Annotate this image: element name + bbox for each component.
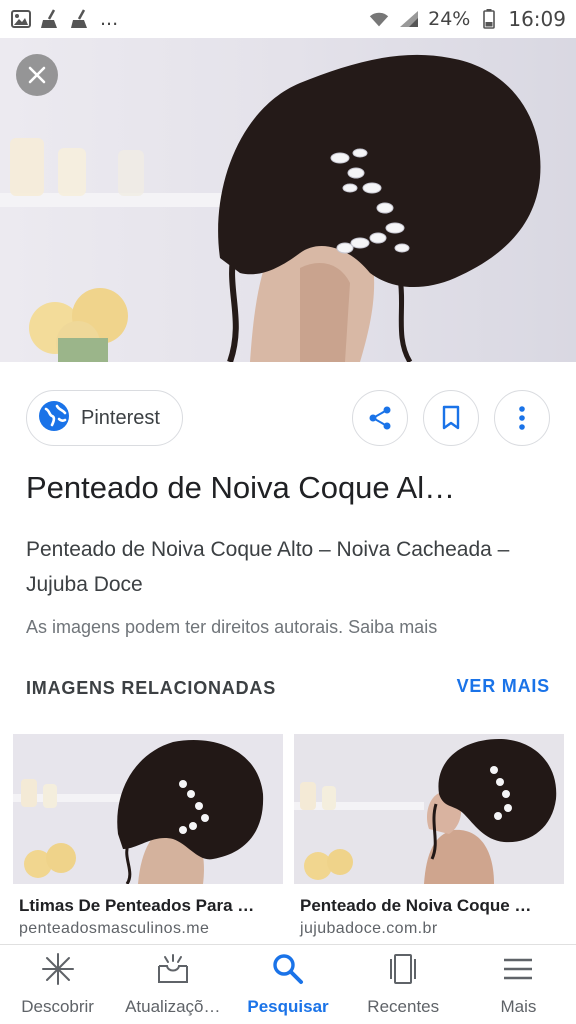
nav-label: Mais	[500, 997, 537, 1016]
broom-icon	[70, 9, 92, 29]
signal-icon	[398, 9, 420, 29]
related-title: Ltimas De Penteados Para …	[19, 896, 255, 915]
source-chip[interactable]: Pinterest	[26, 390, 183, 446]
more-options-button[interactable]	[494, 390, 550, 446]
related-card[interactable]: Penteado de Noiva Coque … jujubadoce.com…	[294, 734, 564, 944]
close-icon	[28, 66, 46, 84]
image-icon	[10, 9, 32, 29]
nav-label: Atualizaçõ…	[125, 997, 221, 1016]
nav-recent[interactable]: Recentes	[346, 945, 461, 1024]
source-name: Pinterest	[81, 406, 160, 429]
nav-search[interactable]: Pesquisar	[230, 945, 345, 1024]
copyright-notice[interactable]: As imagens podem ter direitos autorais. …	[26, 617, 437, 638]
more-vert-icon	[519, 406, 525, 430]
result-subtitle[interactable]: Penteado de Noiva Coque Alto – Noiva Cac…	[26, 532, 556, 602]
share-icon	[369, 406, 391, 430]
nav-label: Descobrir	[21, 997, 94, 1016]
nav-updates[interactable]: Atualizaçõ…	[115, 945, 230, 1024]
share-button[interactable]	[352, 390, 408, 446]
related-title: Penteado de Noiva Coque …	[300, 896, 532, 915]
battery-percent: 24%	[428, 8, 471, 30]
inbox-icon	[156, 952, 190, 991]
menu-icon	[501, 952, 535, 991]
clock: 16:09	[508, 7, 566, 31]
asterisk-icon	[41, 952, 75, 991]
main-image[interactable]	[0, 38, 576, 362]
wifi-icon	[368, 9, 390, 29]
related-domain: penteadosmasculinos.me	[19, 920, 210, 937]
bottom-navigation: Descobrir Atualizaçõ… Pesquisar Recentes…	[0, 944, 576, 1024]
status-right: 24% 16:09	[368, 7, 566, 31]
bookmark-button[interactable]	[423, 390, 479, 446]
bookmark-icon	[442, 405, 460, 430]
related-thumbnail[interactable]	[13, 734, 283, 884]
related-images-heading: IMAGENS RELACIONADAS	[26, 678, 277, 698]
broom-icon	[40, 9, 62, 29]
recent-cards-icon	[386, 952, 420, 991]
result-title[interactable]: Penteado de Noiva Coque Al…	[26, 470, 556, 506]
battery-icon	[478, 9, 500, 29]
close-button[interactable]	[16, 54, 58, 96]
nav-label: Pesquisar	[247, 997, 329, 1016]
status-bar: ... 24% 16:09	[0, 0, 576, 38]
related-thumbnail[interactable]	[294, 734, 564, 884]
related-card[interactable]: Ltimas De Penteados Para … penteadosmasc…	[13, 734, 283, 944]
nav-label: Recentes	[367, 997, 440, 1016]
related-domain: jujubadoce.com.br	[300, 920, 438, 937]
nav-discover[interactable]: Descobrir	[0, 945, 115, 1024]
see-more-link[interactable]: VER MAIS	[457, 676, 550, 697]
nav-more[interactable]: Mais	[461, 945, 576, 1024]
search-icon	[271, 952, 305, 991]
globe-icon	[37, 399, 71, 438]
notification-ellipsis: ...	[100, 8, 119, 30]
notification-icons: ...	[10, 8, 118, 30]
